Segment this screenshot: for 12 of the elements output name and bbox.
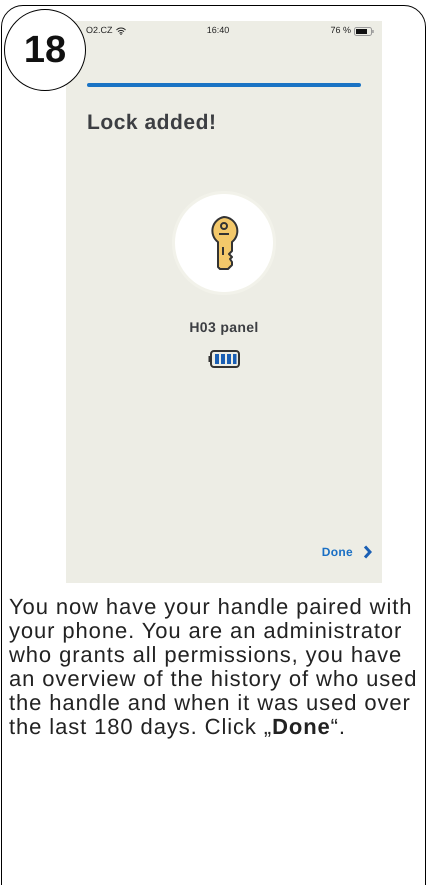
chevron-right-icon: [363, 545, 372, 559]
lock-battery-icon: [208, 350, 240, 368]
battery-icon: [354, 26, 374, 36]
done-button[interactable]: Done: [322, 543, 372, 561]
wifi-icon: [116, 27, 126, 35]
screen-title: Lock added!: [87, 110, 218, 136]
step-number: 18: [4, 9, 86, 91]
carrier-name: O2.CZ: [86, 24, 113, 38]
clock-time: 16:40: [206, 24, 230, 38]
lock-name: H03 panel: [189, 318, 259, 337]
instruction-paragraph: You now have your handle paired with your phone. You are an administrator who grants all permissions, you have an overview of the history of who used the handle and when it was used over the last 180 days. Click „Done“.: [9, 595, 418, 739]
battery-percent: 76 %: [330, 24, 351, 38]
